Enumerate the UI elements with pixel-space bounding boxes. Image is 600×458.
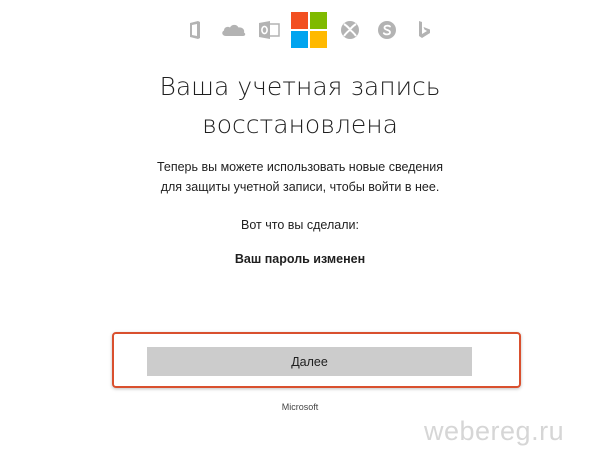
page-title: Ваша учетная запись восстановлена [0,68,600,144]
password-changed-item: Ваш пароль изменен [234,252,366,266]
description: Теперь вы можете использовать новые свед… [0,157,600,197]
site-watermark: webereg.ru [424,416,565,446]
next-button[interactable]: Далее [147,347,472,376]
outlook-icon [259,21,280,39]
actions-done-label: Вот что вы сделали: [241,218,359,232]
bing-icon [419,21,430,38]
page-title-line1: Ваша учетная запись [159,72,441,101]
xbox-icon [341,21,359,39]
service-icon-bar [0,12,600,48]
page-title-line2: восстановлена [202,110,398,139]
footer-brand: Microsoft [281,402,319,412]
office-icon [190,21,200,39]
description-line2: для защиты учетной записи, чтобы войти в… [160,180,440,194]
skype-icon [378,21,396,39]
description-line1: Теперь вы можете использовать новые свед… [156,160,444,174]
onedrive-icon [222,24,246,36]
microsoft-logo [291,12,327,48]
